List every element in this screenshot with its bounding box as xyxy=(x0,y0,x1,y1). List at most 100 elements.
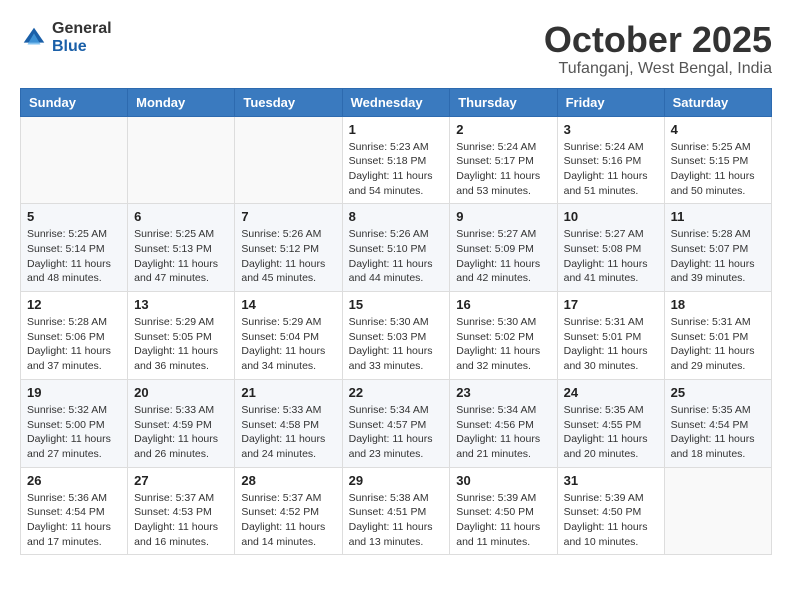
calendar-cell: 15 Sunrise: 5:30 AM Sunset: 5:03 PM Dayli… xyxy=(342,292,450,380)
day-info: Sunrise: 5:38 AM Sunset: 4:51 PM Dayligh… xyxy=(349,491,444,550)
calendar-cell: 18 Sunrise: 5:31 AM Sunset: 5:01 PM Dayli… xyxy=(664,292,771,380)
title-block: October 2025 Tufanganj, West Bengal, Ind… xyxy=(544,20,772,78)
day-number: 2 xyxy=(456,122,550,137)
calendar-cell: 8 Sunrise: 5:26 AM Sunset: 5:10 PM Daylig… xyxy=(342,204,450,292)
day-number: 16 xyxy=(456,297,550,312)
day-number: 20 xyxy=(134,385,228,400)
calendar-cell: 17 Sunrise: 5:31 AM Sunset: 5:01 PM Dayli… xyxy=(557,292,664,380)
calendar-cell: 9Sunrise: 5:27 AM Sunset: 5:09 PM Daylig… xyxy=(450,204,557,292)
day-info: Sunrise: 5:36 AM Sunset: 4:54 PM Dayligh… xyxy=(27,491,121,550)
day-info: Sunrise: 5:27 AM Sunset: 5:09 PM Dayligh… xyxy=(456,227,550,286)
day-info: Sunrise: 5:35 AM Sunset: 4:54 PM Dayligh… xyxy=(671,403,765,462)
calendar-cell: 21Sunrise: 5:33 AM Sunset: 4:58 PM Dayli… xyxy=(235,379,342,467)
day-number: 13 xyxy=(134,297,228,312)
header-friday: Friday xyxy=(557,88,664,116)
day-info: Sunrise: 5:23 AM Sunset: 5:18 PM Dayligh… xyxy=(349,140,444,199)
week-row-1: 1 Sunrise: 5:23 AM Sunset: 5:18 PM Daylig… xyxy=(21,116,772,204)
day-number: 14 xyxy=(241,297,335,312)
day-number: 5 xyxy=(27,209,121,224)
day-number: 7 xyxy=(241,209,335,224)
day-info: Sunrise: 5:24 AM Sunset: 5:17 PM Dayligh… xyxy=(456,140,550,199)
day-info: Sunrise: 5:37 AM Sunset: 4:52 PM Dayligh… xyxy=(241,491,335,550)
day-info: Sunrise: 5:31 AM Sunset: 5:01 PM Dayligh… xyxy=(671,315,765,374)
logo-general: General xyxy=(52,20,112,38)
calendar-cell: 13 Sunrise: 5:29 AM Sunset: 5:05 PM Dayli… xyxy=(128,292,235,380)
week-row-5: 26 Sunrise: 5:36 AM Sunset: 4:54 PM Dayli… xyxy=(21,467,772,555)
day-number: 4 xyxy=(671,122,765,137)
calendar-cell: 3Sunrise: 5:24 AM Sunset: 5:16 PM Daylig… xyxy=(557,116,664,204)
day-info: Sunrise: 5:32 AM Sunset: 5:00 PM Dayligh… xyxy=(27,403,121,462)
calendar-body: 1 Sunrise: 5:23 AM Sunset: 5:18 PM Daylig… xyxy=(21,116,772,555)
day-info: Sunrise: 5:37 AM Sunset: 4:53 PM Dayligh… xyxy=(134,491,228,550)
logo-text: General Blue xyxy=(52,20,112,55)
calendar-cell: 6 Sunrise: 5:25 AM Sunset: 5:13 PM Daylig… xyxy=(128,204,235,292)
calendar-cell: 2 Sunrise: 5:24 AM Sunset: 5:17 PM Daylig… xyxy=(450,116,557,204)
header-thursday: Thursday xyxy=(450,88,557,116)
day-number: 25 xyxy=(671,385,765,400)
day-info: Sunrise: 5:25 AM Sunset: 5:14 PM Dayligh… xyxy=(27,227,121,286)
day-number: 18 xyxy=(671,297,765,312)
day-info: Sunrise: 5:24 AM Sunset: 5:16 PM Dayligh… xyxy=(564,140,658,199)
header-saturday: Saturday xyxy=(664,88,771,116)
calendar-cell: 12Sunrise: 5:28 AM Sunset: 5:06 PM Dayli… xyxy=(21,292,128,380)
calendar-cell: 28Sunrise: 5:37 AM Sunset: 4:52 PM Dayli… xyxy=(235,467,342,555)
calendar-table: SundayMondayTuesdayWednesdayThursdayFrid… xyxy=(20,88,772,556)
logo: General Blue xyxy=(20,20,112,55)
day-number: 8 xyxy=(349,209,444,224)
calendar-cell: 31Sunrise: 5:39 AM Sunset: 4:50 PM Dayli… xyxy=(557,467,664,555)
calendar-cell: 5 Sunrise: 5:25 AM Sunset: 5:14 PM Daylig… xyxy=(21,204,128,292)
calendar-cell: 16Sunrise: 5:30 AM Sunset: 5:02 PM Dayli… xyxy=(450,292,557,380)
calendar-cell: 4 Sunrise: 5:25 AM Sunset: 5:15 PM Daylig… xyxy=(664,116,771,204)
calendar-cell: 19 Sunrise: 5:32 AM Sunset: 5:00 PM Dayli… xyxy=(21,379,128,467)
day-info: Sunrise: 5:25 AM Sunset: 5:15 PM Dayligh… xyxy=(671,140,765,199)
header-tuesday: Tuesday xyxy=(235,88,342,116)
day-number: 12 xyxy=(27,297,121,312)
day-number: 30 xyxy=(456,473,550,488)
page-header: General Blue October 2025 Tufanganj, Wes… xyxy=(20,20,772,78)
day-info: Sunrise: 5:34 AM Sunset: 4:56 PM Dayligh… xyxy=(456,403,550,462)
location: Tufanganj, West Bengal, India xyxy=(544,60,772,78)
day-info: Sunrise: 5:34 AM Sunset: 4:57 PM Dayligh… xyxy=(349,403,444,462)
day-number: 6 xyxy=(134,209,228,224)
calendar-header: SundayMondayTuesdayWednesdayThursdayFrid… xyxy=(21,88,772,116)
day-number: 24 xyxy=(564,385,658,400)
header-wednesday: Wednesday xyxy=(342,88,450,116)
calendar-cell: 20Sunrise: 5:33 AM Sunset: 4:59 PM Dayli… xyxy=(128,379,235,467)
day-info: Sunrise: 5:29 AM Sunset: 5:05 PM Dayligh… xyxy=(134,315,228,374)
calendar-cell xyxy=(128,116,235,204)
week-row-2: 5 Sunrise: 5:25 AM Sunset: 5:14 PM Daylig… xyxy=(21,204,772,292)
calendar-cell xyxy=(235,116,342,204)
calendar-cell: 30 Sunrise: 5:39 AM Sunset: 4:50 PM Dayli… xyxy=(450,467,557,555)
header-monday: Monday xyxy=(128,88,235,116)
calendar-cell: 7 Sunrise: 5:26 AM Sunset: 5:12 PM Daylig… xyxy=(235,204,342,292)
header-row: SundayMondayTuesdayWednesdayThursdayFrid… xyxy=(21,88,772,116)
day-number: 1 xyxy=(349,122,444,137)
day-number: 27 xyxy=(134,473,228,488)
day-number: 19 xyxy=(27,385,121,400)
calendar-cell xyxy=(664,467,771,555)
day-info: Sunrise: 5:25 AM Sunset: 5:13 PM Dayligh… xyxy=(134,227,228,286)
calendar-cell xyxy=(21,116,128,204)
day-info: Sunrise: 5:26 AM Sunset: 5:10 PM Dayligh… xyxy=(349,227,444,286)
day-info: Sunrise: 5:39 AM Sunset: 4:50 PM Dayligh… xyxy=(564,491,658,550)
calendar-cell: 23Sunrise: 5:34 AM Sunset: 4:56 PM Dayli… xyxy=(450,379,557,467)
logo-icon xyxy=(20,24,48,52)
day-info: Sunrise: 5:33 AM Sunset: 4:58 PM Dayligh… xyxy=(241,403,335,462)
day-info: Sunrise: 5:39 AM Sunset: 4:50 PM Dayligh… xyxy=(456,491,550,550)
calendar-cell: 26 Sunrise: 5:36 AM Sunset: 4:54 PM Dayli… xyxy=(21,467,128,555)
calendar-cell: 1 Sunrise: 5:23 AM Sunset: 5:18 PM Daylig… xyxy=(342,116,450,204)
month-title: October 2025 xyxy=(544,20,772,60)
calendar-cell: 22 Sunrise: 5:34 AM Sunset: 4:57 PM Dayli… xyxy=(342,379,450,467)
calendar-cell: 14Sunrise: 5:29 AM Sunset: 5:04 PM Dayli… xyxy=(235,292,342,380)
week-row-3: 12Sunrise: 5:28 AM Sunset: 5:06 PM Dayli… xyxy=(21,292,772,380)
day-number: 15 xyxy=(349,297,444,312)
day-info: Sunrise: 5:30 AM Sunset: 5:03 PM Dayligh… xyxy=(349,315,444,374)
day-number: 17 xyxy=(564,297,658,312)
day-info: Sunrise: 5:31 AM Sunset: 5:01 PM Dayligh… xyxy=(564,315,658,374)
day-number: 26 xyxy=(27,473,121,488)
day-info: Sunrise: 5:26 AM Sunset: 5:12 PM Dayligh… xyxy=(241,227,335,286)
day-number: 22 xyxy=(349,385,444,400)
day-number: 29 xyxy=(349,473,444,488)
calendar-cell: 10Sunrise: 5:27 AM Sunset: 5:08 PM Dayli… xyxy=(557,204,664,292)
calendar-cell: 11Sunrise: 5:28 AM Sunset: 5:07 PM Dayli… xyxy=(664,204,771,292)
